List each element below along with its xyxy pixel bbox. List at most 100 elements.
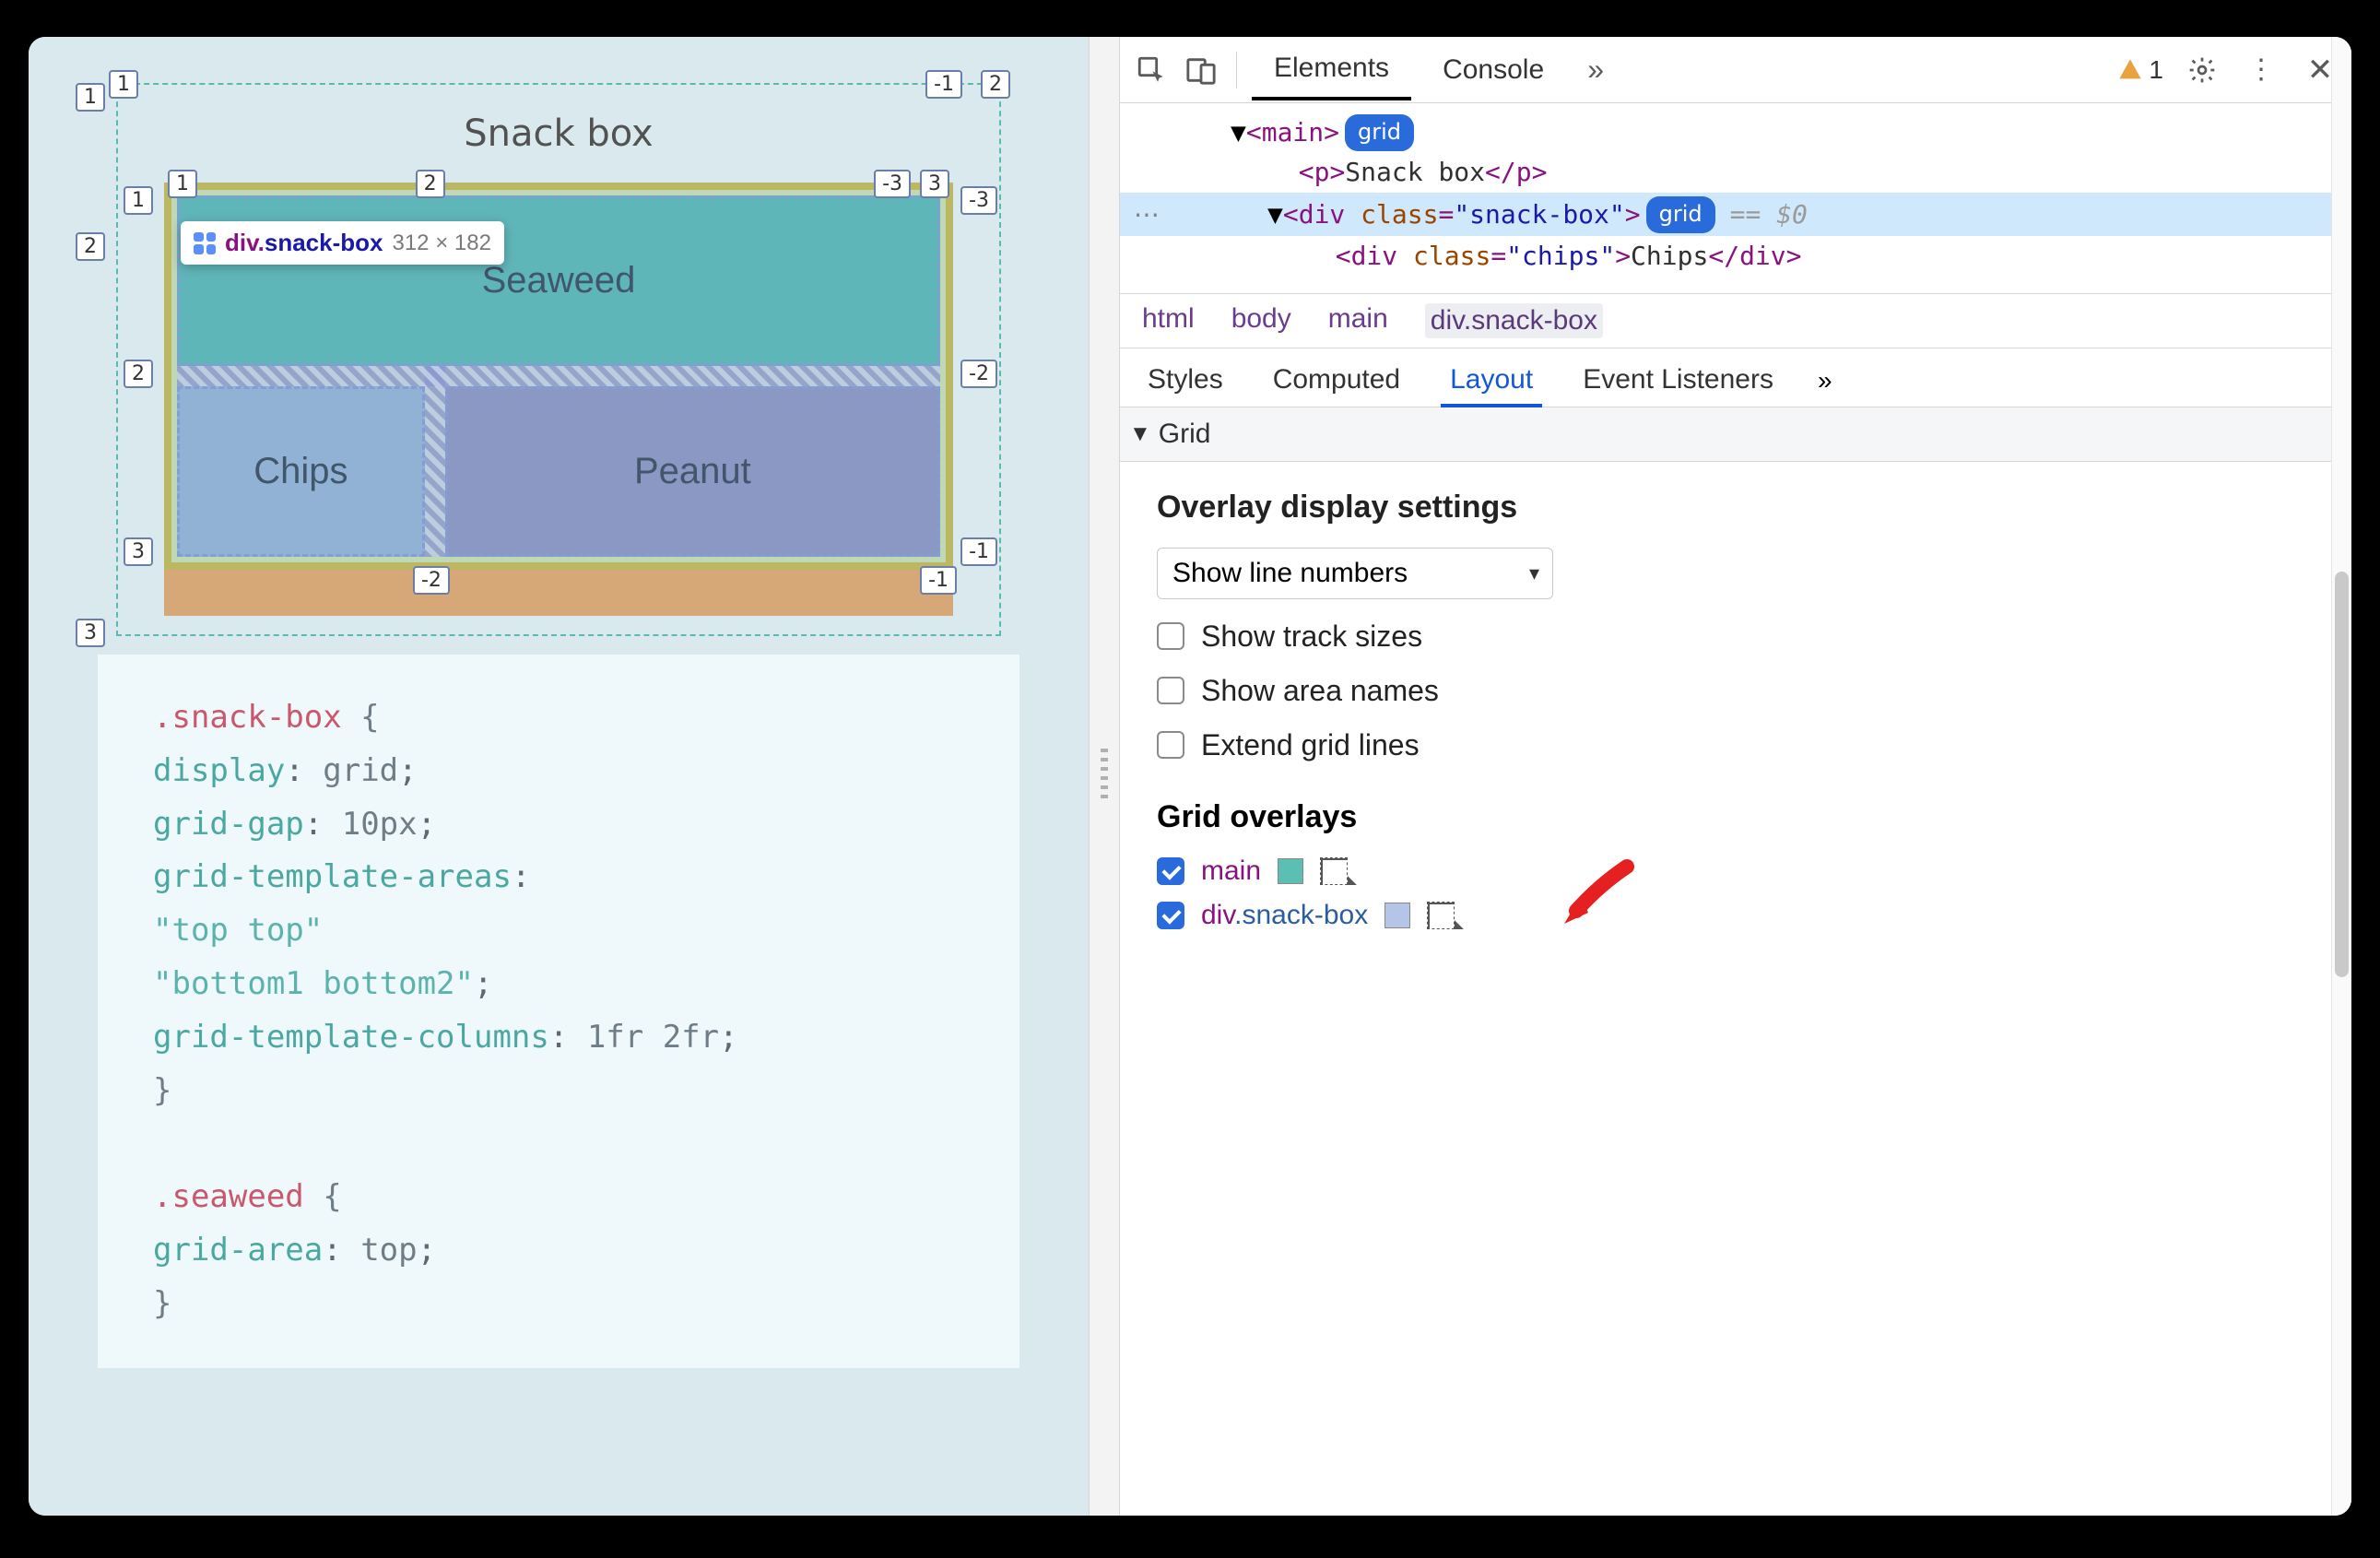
reveal-element-icon[interactable] — [1320, 857, 1348, 885]
toolbar-separator — [1236, 52, 1237, 89]
grid-line-badge: 3 — [76, 619, 105, 647]
checkbox-icon — [1157, 677, 1184, 704]
code-line: grid-area: top; — [153, 1224, 964, 1278]
check-extend-lines[interactable]: Extend grid lines — [1157, 728, 2315, 762]
crumb-div-snackbox[interactable]: div.snack-box — [1425, 303, 1603, 338]
tab-computed[interactable]: Computed — [1264, 353, 1409, 407]
kebab-menu-button[interactable]: ⋮ — [2241, 50, 2281, 90]
more-tabs-button[interactable]: » — [1575, 50, 1616, 90]
grid-icon — [194, 232, 216, 254]
grid-line-badge: -2 — [960, 360, 997, 388]
check-track-sizes[interactable]: Show track sizes — [1157, 620, 2315, 654]
grid-line-badge: -2 — [413, 566, 450, 595]
code-line — [153, 1117, 964, 1171]
code-line: display: grid; — [153, 745, 964, 798]
viewport-pane: 1 -1 2 1 2 3 Snack box 1 2 -3 3 — [29, 37, 1089, 1516]
layout-body: Overlay display settings Show line numbe… — [1120, 462, 2351, 1516]
code-line: "bottom1 bottom2"; — [153, 958, 964, 1011]
grip-icon — [1101, 749, 1108, 804]
grid-line-badge: 2 — [981, 70, 1010, 99]
grid-line-badge: 1 — [168, 170, 197, 198]
overlay-element-name[interactable]: div.snack-box — [1201, 900, 1368, 931]
page-title: Snack box — [118, 85, 999, 155]
grid-line-badge: 1 — [76, 83, 105, 112]
grid-line-badge: 1 — [124, 186, 153, 215]
grid-line-badge: -3 — [874, 170, 911, 198]
inspect-element-button[interactable] — [1131, 50, 1172, 90]
grid-line-badge: 3 — [124, 537, 153, 566]
code-line: } — [153, 1065, 964, 1118]
dom-node-main[interactable]: ▼<main>grid — [1120, 112, 2351, 152]
grid-line-badge: 2 — [124, 360, 153, 388]
code-line: "top top" — [153, 904, 964, 958]
reveal-element-icon[interactable] — [1427, 902, 1455, 929]
overlay-row-main: main — [1157, 856, 2315, 887]
grid-line-badge: -1 — [925, 70, 962, 99]
checkbox-icon — [1157, 731, 1184, 759]
grid-line-badge: -1 — [920, 566, 957, 595]
color-swatch[interactable] — [1278, 858, 1303, 884]
code-line: grid-template-areas: — [153, 851, 964, 904]
check-label: Extend grid lines — [1201, 728, 1420, 762]
grid-line-badge: 2 — [416, 170, 445, 198]
check-area-names[interactable]: Show area names — [1157, 674, 2315, 708]
overlay-row-snackbox: div.snack-box — [1157, 900, 2315, 931]
cell-chips: Chips — [177, 386, 425, 557]
grid-overlays-title: Grid overlays — [1157, 799, 2315, 835]
select-value: Show line numbers — [1172, 558, 1408, 589]
code-line: .seaweed { — [153, 1171, 964, 1224]
devtools: Elements Console » 1 ⋮ ✕ ▼<main>g — [1120, 37, 2351, 1516]
overlay-element-name[interactable]: main — [1201, 856, 1261, 887]
color-swatch[interactable] — [1384, 903, 1410, 928]
line-numbers-select[interactable]: Show line numbers — [1157, 548, 1553, 599]
dom-node-p[interactable]: <p>Snack box</p> — [1120, 152, 2351, 192]
dom-tree[interactable]: ▼<main>grid <p>Snack box</p> ⋯ ▼<div cla… — [1120, 103, 2351, 293]
app-window: 1 -1 2 1 2 3 Snack box 1 2 -3 3 — [29, 37, 2351, 1516]
resize-handle[interactable] — [1089, 37, 1120, 1516]
grid-line-badge: 3 — [920, 170, 949, 198]
breadcrumbs[interactable]: html body main div.snack-box — [1120, 293, 2351, 348]
tab-event-listeners[interactable]: Event Listeners — [1573, 353, 1783, 407]
crumb-body[interactable]: body — [1231, 303, 1291, 338]
dom-gutter-icon[interactable]: ⋯ — [1120, 195, 1175, 234]
content-row: 1 -1 2 1 2 3 Snack box 1 2 -3 3 — [29, 37, 2351, 1516]
dom-node-selected[interactable]: ⋯ ▼<div class="snack-box">grid== $0 — [1120, 193, 2351, 236]
tooltip-dimensions: 312 × 182 — [392, 230, 490, 256]
check-label: Show track sizes — [1201, 620, 1422, 654]
devtools-toolbar: Elements Console » 1 ⋮ ✕ — [1120, 37, 2351, 103]
page-preview: 1 -1 2 1 2 3 Snack box 1 2 -3 3 — [98, 83, 1019, 1368]
grid-section-header[interactable]: ▼ Grid — [1120, 407, 2351, 462]
warning-count: 1 — [2149, 55, 2163, 85]
main-grid-overlay: 1 -1 2 1 2 3 Snack box 1 2 -3 3 — [116, 83, 1001, 636]
settings-button[interactable] — [2182, 50, 2222, 90]
dom-node-chips[interactable]: <div class="chips">Chips</div> — [1120, 236, 2351, 276]
tab-elements[interactable]: Elements — [1252, 38, 1411, 102]
cell-peanut: Peanut — [445, 386, 940, 557]
grid-line-badge: 1 — [109, 70, 138, 99]
inspect-tooltip: div.snack-box 312 × 182 — [181, 221, 504, 265]
disclosure-triangle-icon: ▼ — [1129, 421, 1151, 447]
grid-line-badge: -3 — [960, 186, 997, 215]
tab-layout[interactable]: Layout — [1441, 353, 1542, 407]
styles-tabs: Styles Computed Layout Event Listeners » — [1120, 348, 2351, 407]
scrollbar[interactable] — [2331, 37, 2351, 1516]
scrollbar-thumb[interactable] — [2335, 572, 2349, 977]
device-toggle-button[interactable] — [1181, 50, 1221, 90]
code-line: } — [153, 1278, 964, 1331]
grid-line-badge: 2 — [76, 232, 105, 261]
crumb-html[interactable]: html — [1142, 303, 1195, 338]
checkbox-checked-icon[interactable] — [1157, 857, 1184, 885]
grid-line-badge: -1 — [960, 537, 997, 566]
bottom-band — [164, 570, 953, 616]
checkbox-checked-icon[interactable] — [1157, 902, 1184, 929]
warnings-badge[interactable]: 1 — [2117, 55, 2163, 85]
crumb-main[interactable]: main — [1328, 303, 1388, 338]
tab-console[interactable]: Console — [1420, 40, 1566, 100]
tab-styles[interactable]: Styles — [1138, 353, 1232, 407]
grid-section-title: Grid — [1159, 419, 1211, 450]
code-line: grid-template-columns: 1fr 2fr; — [153, 1011, 964, 1065]
devtools-inner: Elements Console » 1 ⋮ ✕ ▼<main>g — [1120, 37, 2351, 1516]
checkbox-icon — [1157, 622, 1184, 650]
tooltip-selector: div.snack-box — [225, 229, 383, 257]
more-styles-tabs[interactable]: » — [1814, 355, 1836, 407]
